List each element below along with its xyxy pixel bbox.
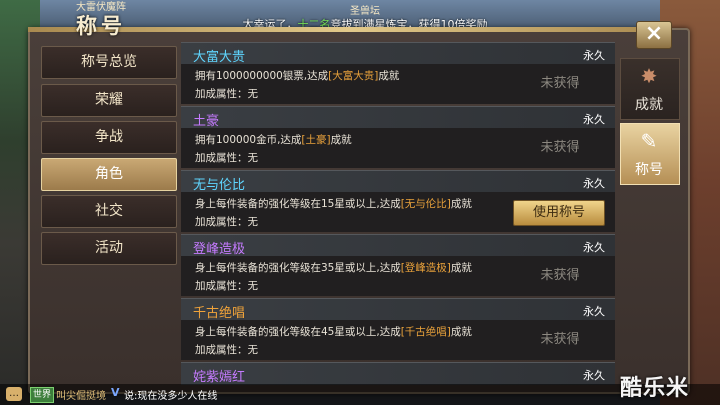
chat-sender-name[interactable]: 叫尖倔挺境 <box>56 387 106 402</box>
title-row: 登峰造极 永久 身上每件装备的强化等级在35星或以上,达成[登峰造极]成就 加成… <box>181 234 615 296</box>
achievement-icon: ✸ <box>640 64 658 88</box>
title-attribute: 加成属性：无 <box>195 88 258 100</box>
status-not-obtained: 未获得 <box>540 332 580 347</box>
title-row: 大富大贵 永久 拥有1000000000银票,达成[大富大贵]成就 加成属性：无… <box>181 42 615 104</box>
page-title: 称号 <box>76 13 126 38</box>
title-attribute: 加成属性：无 <box>195 280 258 292</box>
title-attribute: 加成属性：无 <box>195 344 258 356</box>
title-row: 土豪 永久 拥有100000金币,达成[土豪]成就 加成属性：无 未获得 <box>181 106 615 168</box>
title-description: 拥有100000金币,达成[土豪]成就 <box>195 134 352 146</box>
title-description: 身上每件装备的强化等级在45星或以上,达成[千古绝唱]成就 <box>195 326 472 338</box>
title-duration: 永久 <box>583 305 605 318</box>
use-title-button[interactable]: 使用称号 <box>513 200 605 226</box>
title-name: 登峰造极 <box>193 242 246 257</box>
tab-title[interactable]: ✎ 称号 <box>620 123 680 185</box>
title-list[interactable]: 大富大贵 永久 拥有1000000000银票,达成[大富大贵]成就 加成属性：无… <box>181 42 615 388</box>
title-duration: 永久 <box>583 369 605 382</box>
category-activity[interactable]: 活动 <box>41 232 177 265</box>
title-name: 大富大贵 <box>193 50 246 65</box>
category-battle[interactable]: 争战 <box>41 121 177 154</box>
title-description: 身上每件装备的强化等级在35星或以上,达成[登峰造极]成就 <box>195 262 472 274</box>
status-not-obtained: 未获得 <box>540 268 580 283</box>
title-row: 无与伦比 永久 身上每件装备的强化等级在15星或以上,达成[无与伦比]成就 加成… <box>181 170 615 232</box>
title-row: 千古绝唱 永久 身上每件装备的强化等级在45星或以上,达成[千古绝唱]成就 加成… <box>181 298 615 360</box>
chat-bar[interactable]: … 世界 叫尖倔挺境 V 说:现在没多少人在线 <box>0 384 720 405</box>
title-description: 身上每件装备的强化等级在15星或以上,达成[无与伦比]成就 <box>195 198 472 210</box>
status-not-obtained: 未获得 <box>540 76 580 91</box>
title-duration: 永久 <box>583 49 605 62</box>
title-duration: 永久 <box>583 177 605 190</box>
title-duration: 永久 <box>583 241 605 254</box>
category-overview[interactable]: 称号总览 <box>41 46 177 79</box>
announcement-title: 圣兽坛 <box>350 6 380 17</box>
title-attribute: 加成属性：无 <box>195 152 258 164</box>
panel-title-plaque: 大雷伏魔阵 称号 <box>58 0 144 38</box>
category-social[interactable]: 社交 <box>41 195 177 228</box>
title-name: 无与伦比 <box>193 178 246 193</box>
title-name: 千古绝唱 <box>193 306 246 321</box>
title-scroll-icon: ✎ <box>640 129 658 153</box>
chat-channel-tag: 世界 <box>30 387 55 403</box>
watermark-logo: 酷乐米 <box>620 376 690 401</box>
title-name: 土豪 <box>193 114 220 129</box>
chat-bubble-icon[interactable]: … <box>6 387 22 401</box>
category-character[interactable]: 角色 <box>41 158 177 191</box>
chat-message: 说:现在没多少人在线 <box>124 391 218 402</box>
tab-achievement[interactable]: ✸ 成就 <box>620 58 680 120</box>
close-button[interactable]: × <box>636 21 672 49</box>
title-name: 姹紫嫣红 <box>193 370 246 385</box>
vip-icon: V <box>111 386 120 399</box>
title-duration: 永久 <box>583 113 605 126</box>
title-attribute: 加成属性：无 <box>195 216 258 228</box>
category-glory[interactable]: 荣耀 <box>41 84 177 117</box>
status-not-obtained: 未获得 <box>540 140 580 155</box>
title-description: 拥有1000000000银票,达成[大富大贵]成就 <box>195 70 400 82</box>
